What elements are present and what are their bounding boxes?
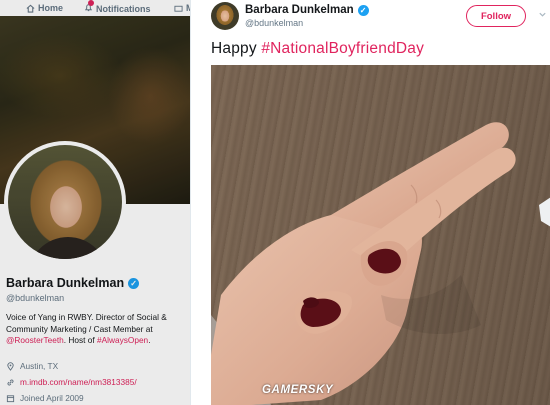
tweet-author-handle[interactable]: @bdunkelman bbox=[245, 18, 303, 28]
chevron-down-icon[interactable] bbox=[538, 10, 547, 19]
tweet-text: Happy #NationalBoyfriendDay bbox=[211, 40, 424, 58]
tweet-text-plain: Happy bbox=[211, 40, 262, 57]
tweet-card: Barbara Dunkelman ✓ @bdunkelman Follow H… bbox=[190, 0, 550, 405]
tweet-photo[interactable] bbox=[211, 65, 550, 405]
verified-badge-icon: ✓ bbox=[357, 4, 369, 16]
gamersky-watermark: GAMERSKY bbox=[262, 384, 334, 396]
tweet-author-name[interactable]: Barbara Dunkelman bbox=[245, 4, 354, 16]
follow-button[interactable]: Follow bbox=[466, 5, 526, 27]
tweet-hashtag-link[interactable]: #NationalBoyfriendDay bbox=[261, 40, 424, 57]
profile-page: Home Notifications M Barbara Dunkelman ✓ bbox=[0, 0, 190, 405]
tweet-author-name-row[interactable]: Barbara Dunkelman ✓ bbox=[245, 4, 369, 16]
tweet-author-avatar[interactable] bbox=[211, 2, 239, 30]
modal-backdrop[interactable] bbox=[0, 0, 190, 405]
hand-photo bbox=[211, 122, 550, 405]
